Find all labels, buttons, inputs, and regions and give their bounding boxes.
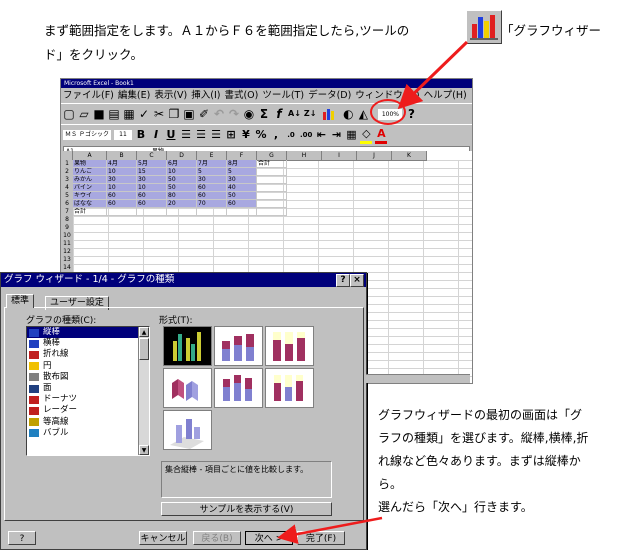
- tab-standard[interactable]: 標準: [6, 294, 35, 308]
- arrow-to-next: [277, 516, 383, 545]
- annotation-arrows: [277, 40, 469, 545]
- arrow-to-toolbar: [397, 40, 469, 110]
- highlight-circle: [370, 99, 406, 125]
